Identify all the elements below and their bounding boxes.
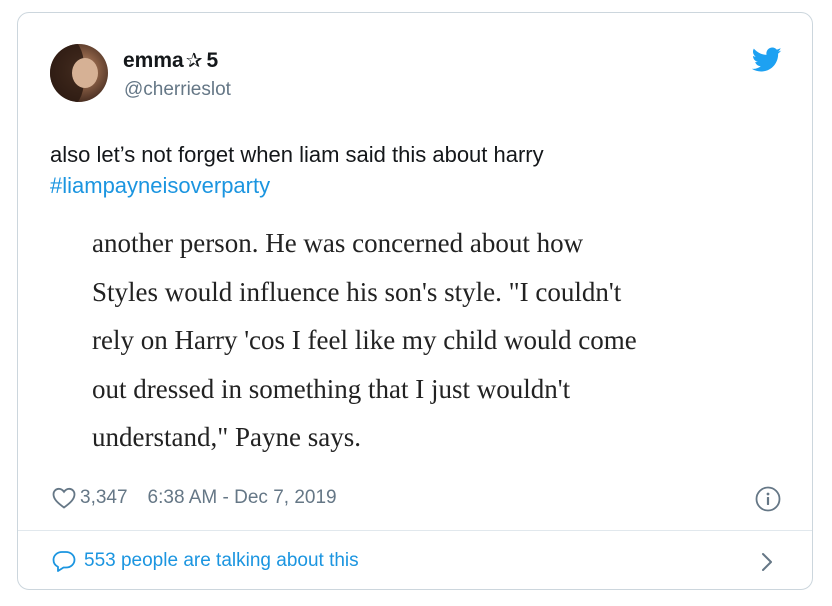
chevron-right-icon[interactable] — [760, 551, 774, 573]
image-text-line: out dressed in something that I just wou… — [92, 373, 571, 404]
display-name-star: ✰ — [185, 50, 203, 72]
avatar-face — [72, 58, 98, 88]
divider — [18, 530, 812, 531]
info-icon[interactable] — [755, 486, 781, 512]
image-text-line: another person. He was concerned about h… — [92, 228, 584, 258]
avatar[interactable] — [50, 44, 108, 102]
display-name-text: emma — [123, 49, 184, 72]
twitter-bird-icon[interactable] — [752, 47, 782, 73]
tweet-meta: 3,347 6:38 AM - Dec 7, 2019 — [52, 485, 337, 511]
image-text-line: rely on Harry 'cos I feel like my child … — [92, 325, 637, 355]
tweet-body: also let’s not forget when liam said thi… — [50, 142, 544, 167]
conversation-link[interactable]: 553 people are talking about this — [52, 546, 359, 576]
tweet-text: also let’s not forget when liam said thi… — [50, 139, 790, 201]
image-text: another person. He was concerned about h… — [92, 219, 782, 462]
attached-image[interactable]: another person. He was concerned about h… — [50, 213, 790, 463]
tweet-card: emma ✰ 5 @cherrieslot also let’s not forge… — [17, 12, 813, 590]
speech-bubble-icon — [52, 551, 76, 572]
display-name[interactable]: emma ✰ 5 — [123, 48, 218, 73]
conversation-label: 553 people are talking about this — [84, 550, 359, 571]
heart-icon[interactable] — [52, 487, 76, 509]
user-handle[interactable]: @cherrieslot — [124, 79, 231, 101]
image-text-line: Styles would influence his son's style. … — [92, 276, 622, 307]
hashtag-link[interactable]: #liampayneisoverparty — [50, 170, 790, 201]
display-name-suffix: 5 — [206, 49, 219, 72]
timestamp[interactable]: 6:38 AM - Dec 7, 2019 — [148, 487, 337, 509]
like-count[interactable]: 3,347 — [80, 487, 128, 509]
image-text-line: understand," Payne says. — [92, 422, 361, 452]
